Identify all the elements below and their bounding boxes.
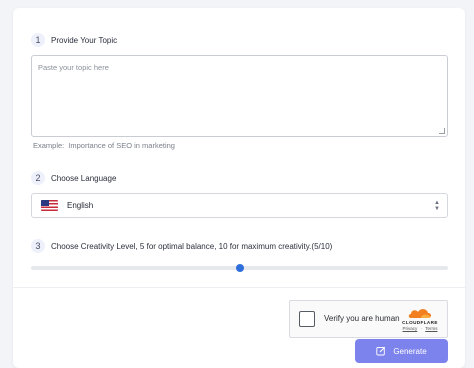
step-creativity: 3 Choose Creativity Level, 5 for optimal… — [31, 239, 332, 253]
topic-textarea[interactable]: Paste your topic here — [31, 55, 448, 137]
verify-label: Verify you are human — [324, 314, 400, 323]
slider-thumb[interactable] — [235, 264, 244, 272]
cloudflare-brand: CLOUDFLARE — [402, 320, 438, 325]
section-divider — [13, 287, 465, 288]
step-creativity-label: Choose Creativity Level, 5 for optimal b… — [51, 241, 333, 251]
creativity-slider[interactable] — [31, 264, 448, 272]
topic-example: Example: Importance of SEO in marketing — [33, 141, 175, 150]
step-language-label: Choose Language — [51, 173, 117, 183]
step-topic-label: Provide Your Topic — [51, 35, 118, 45]
language-select[interactable]: English ▲ ▼ — [31, 193, 448, 218]
step-number: 3 — [31, 239, 45, 253]
chevron-up-down-icon: ▲ ▼ — [434, 200, 440, 212]
link-separator: · — [420, 326, 423, 331]
example-value: Importance of SEO in marketing — [68, 141, 175, 150]
verify-checkbox[interactable] — [299, 311, 315, 327]
language-selected-value: English — [67, 201, 94, 210]
edit-icon — [376, 346, 386, 356]
generator-card: 1 Provide Your Topic Paste your topic he… — [13, 8, 465, 368]
resize-grip-icon[interactable] — [439, 128, 445, 134]
generate-button[interactable]: Generate — [355, 339, 448, 363]
privacy-link[interactable]: Privacy — [403, 326, 418, 331]
step-number: 2 — [31, 171, 45, 185]
us-flag-icon — [41, 200, 58, 211]
step-topic: 1 Provide Your Topic — [31, 33, 117, 47]
generate-label: Generate — [393, 346, 427, 356]
cloudflare-cloud-icon — [408, 309, 431, 318]
step-number: 1 — [31, 33, 45, 47]
cloudflare-captcha: Verify you are human CLOUDFLARE Privacy … — [289, 300, 448, 338]
topic-placeholder: Paste your topic here — [38, 63, 109, 72]
cloudflare-logo: CLOUDFLARE Privacy · Terms — [397, 307, 443, 335]
terms-link[interactable]: Terms — [425, 326, 437, 331]
example-prefix: Example: — [33, 141, 65, 150]
step-language: 2 Choose Language — [31, 171, 116, 185]
